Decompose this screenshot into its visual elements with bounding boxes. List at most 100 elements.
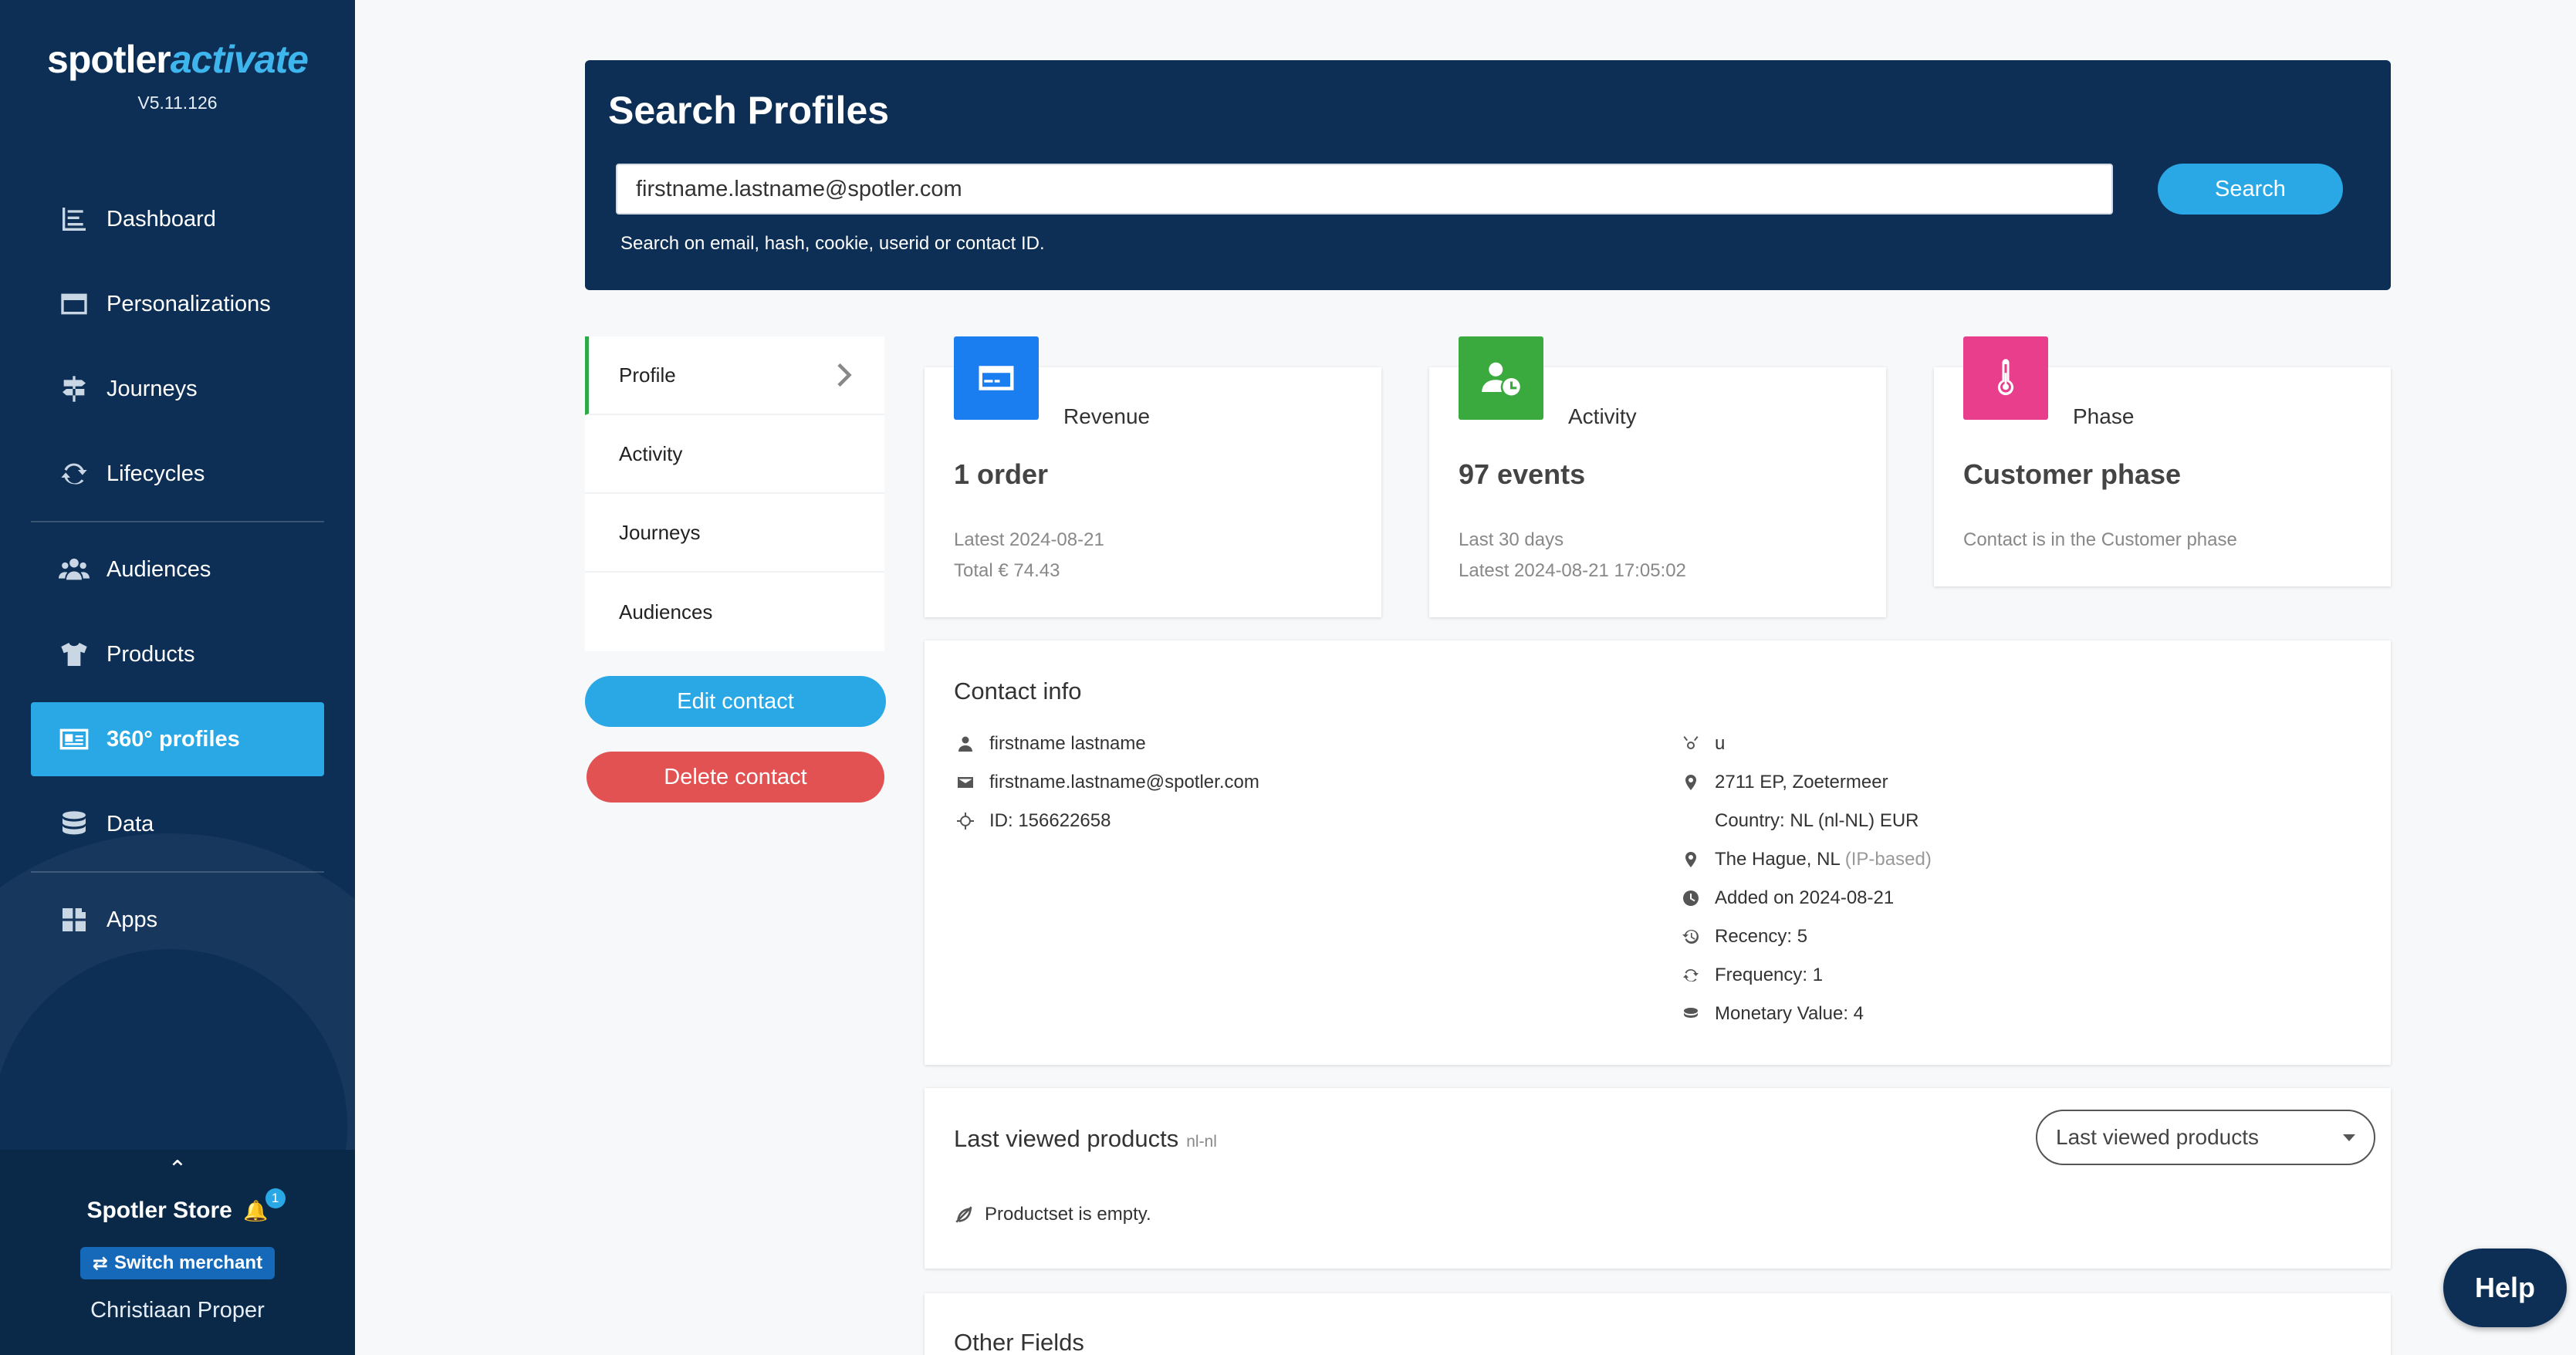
- help-button[interactable]: Help: [2443, 1249, 2567, 1327]
- revenue-value: 1 order: [954, 458, 1049, 490]
- contact-email-row: firstname.lastname@spotler.com: [954, 767, 1259, 798]
- dashboard-icon: [57, 202, 91, 236]
- activity-label: Activity: [1568, 404, 1637, 428]
- person-icon: [954, 732, 977, 755]
- coins-icon: [1679, 1002, 1702, 1026]
- contact-id-row: ID: 156622658: [954, 806, 1111, 836]
- refresh-cycle-icon: [57, 457, 91, 491]
- phase-label: Phase: [2073, 404, 2135, 428]
- tab-journeys[interactable]: Journeys: [585, 494, 884, 573]
- phase-value: Customer phase: [1963, 458, 2182, 490]
- location-pin-icon: [1679, 848, 1702, 871]
- crosshair-icon: [954, 809, 977, 833]
- chevron-up-icon[interactable]: ⌃: [0, 1156, 355, 1183]
- delete-contact-button[interactable]: Delete contact: [587, 752, 884, 803]
- history-icon: [1679, 925, 1702, 948]
- database-icon: [57, 807, 91, 841]
- revenue-label: Revenue: [1063, 404, 1151, 428]
- app-version: V5.11.126: [137, 93, 218, 113]
- sidebar-item-audiences[interactable]: Audiences: [31, 532, 324, 607]
- credit-card-icon: [954, 336, 1039, 420]
- sidebar-item-dashboard[interactable]: Dashboard: [31, 182, 324, 256]
- sidebar-item-label: Audiences: [106, 556, 211, 582]
- thermometer-icon: [1963, 336, 2048, 420]
- sidebar: spotleractivate V5.11.126 Dashboard Pers…: [0, 0, 355, 1355]
- profile-tabs: Profile Activity Journeys Audiences: [585, 336, 884, 651]
- search-panel: Search Profiles Search Search on email, …: [585, 60, 2391, 290]
- gender-icon: [1679, 732, 1702, 755]
- signpost-icon: [57, 372, 91, 406]
- phase-description: Contact is in the Customer phase: [1963, 529, 2237, 550]
- user-clock-icon: [1459, 336, 1543, 420]
- contact-info-card: Contact info firstname lastname firstnam…: [925, 640, 2391, 1065]
- other-fields-title: Other Fields: [954, 1329, 1084, 1355]
- monetary-value-row: Monetary Value: 4: [1679, 999, 1864, 1029]
- added-on-row: Added on 2024-08-21: [1679, 883, 1894, 914]
- search-hint: Search on email, hash, cookie, userid or…: [620, 233, 1045, 254]
- tab-audiences[interactable]: Audiences: [585, 573, 884, 651]
- activity-card: Activity 97 events Last 30 days Latest 2…: [1429, 336, 1886, 617]
- locale-label: nl-nl: [1186, 1133, 1217, 1151]
- chevron-right-icon: [832, 361, 855, 394]
- revenue-card: Revenue 1 order Latest 2024-08-21 Total …: [925, 336, 1381, 617]
- sidebar-item-label: Personalizations: [106, 291, 271, 316]
- location-pin-icon: [1679, 771, 1702, 794]
- merchant-panel: ⌃ Spotler Store 🔔 1 ⇄ Switch merchant Chr…: [0, 1150, 355, 1355]
- sidebar-divider: [31, 871, 324, 873]
- activity-value: 97 events: [1459, 458, 1586, 490]
- sidebar-item-label: Dashboard: [106, 206, 216, 231]
- user-name[interactable]: Christiaan Proper: [0, 1298, 355, 1323]
- sidebar-divider: [31, 521, 324, 522]
- sidebar-item-data[interactable]: Data: [31, 787, 324, 861]
- envelope-icon: [954, 771, 977, 794]
- leaf-slash-icon: [955, 1206, 972, 1223]
- last-viewed-products-card: Last viewed products nl-nl Last viewed pr…: [925, 1088, 2391, 1269]
- sidebar-item-journeys[interactable]: Journeys: [31, 352, 324, 426]
- activity-period: Last 30 days: [1459, 529, 1564, 550]
- sync-icon: [1679, 964, 1702, 987]
- tab-profile[interactable]: Profile: [585, 336, 884, 415]
- tab-activity[interactable]: Activity: [585, 415, 884, 494]
- empty-productset-message: Productset is empty.: [954, 1204, 1151, 1225]
- gender-row: u: [1679, 728, 1725, 759]
- contact-name-row: firstname lastname: [954, 728, 1146, 759]
- product-set-select[interactable]: Last viewed products: [2036, 1110, 2375, 1165]
- sidebar-item-label: 360° profiles: [106, 726, 240, 752]
- activity-latest: Latest 2024-08-21 17:05:02: [1459, 560, 1686, 581]
- swap-arrows-icon: ⇄: [92, 1252, 109, 1274]
- sidebar-item-lifecycles[interactable]: Lifecycles: [31, 437, 324, 511]
- clock-icon: [1679, 887, 1702, 910]
- switch-merchant-button[interactable]: ⇄ Switch merchant: [80, 1247, 275, 1279]
- other-fields-card: Other Fields: [925, 1293, 2391, 1355]
- users-group-icon: [57, 552, 91, 586]
- sidebar-item-personalizations[interactable]: Personalizations: [31, 267, 324, 341]
- bell-icon[interactable]: 🔔 1: [243, 1188, 286, 1223]
- sidebar-item-products[interactable]: Products: [31, 617, 324, 691]
- search-button[interactable]: Search: [2158, 164, 2343, 215]
- search-input[interactable]: [616, 164, 2113, 215]
- phase-card: Phase Customer phase Contact is in the C…: [1934, 336, 2391, 586]
- app-logo[interactable]: spotleractivate: [0, 37, 355, 82]
- browser-window-icon: [57, 287, 91, 321]
- tshirt-icon: [57, 637, 91, 671]
- sidebar-item-label: Journeys: [106, 376, 198, 401]
- store-name: Spotler Store 🔔 1: [0, 1188, 355, 1224]
- sidebar-item-apps[interactable]: Apps: [31, 883, 324, 957]
- chevron-down-icon: [2343, 1134, 2355, 1141]
- edit-contact-button[interactable]: Edit contact: [585, 676, 886, 727]
- revenue-total: Total € 74.43: [954, 560, 1060, 581]
- puzzle-apps-icon: [57, 903, 91, 937]
- sidebar-item-360-profiles[interactable]: 360° profiles: [31, 702, 324, 776]
- sidebar-item-label: Products: [106, 641, 195, 667]
- country-row: Country: NL (nl-NL) EUR: [1715, 810, 1919, 831]
- id-card-icon: [57, 722, 91, 756]
- ip-location-row: The Hague, NL (IP-based): [1679, 844, 1932, 875]
- last-viewed-title: Last viewed products nl-nl: [954, 1125, 1217, 1152]
- sidebar-item-label: Data: [106, 811, 154, 836]
- sidebar-item-label: Apps: [106, 907, 158, 932]
- sidebar-item-label: Lifecycles: [106, 461, 205, 486]
- page-title: Search Profiles: [608, 89, 890, 132]
- notification-badge: 1: [265, 1188, 286, 1208]
- contact-info-title: Contact info: [954, 678, 1082, 705]
- recency-row: Recency: 5: [1679, 921, 1807, 952]
